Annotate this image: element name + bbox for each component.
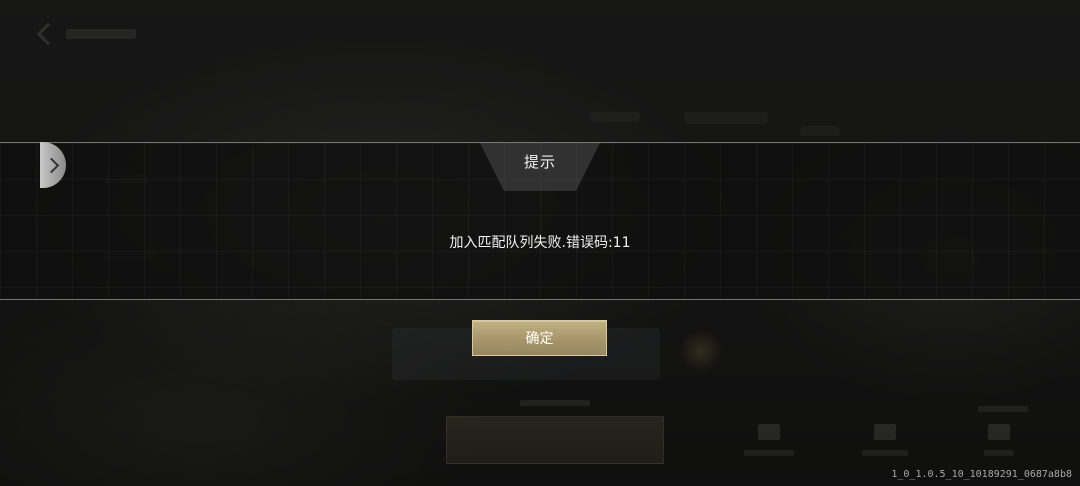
confirm-button[interactable]: 确定 [472, 320, 607, 356]
build-version-text: 1_0_1.0.5_10_10189291_0687a8b8 [891, 469, 1072, 480]
chevron-right-icon [43, 157, 59, 173]
dialog-message: 加入匹配队列失败.错误码:11 [449, 235, 631, 251]
dialog-title: 提示 [523, 153, 556, 171]
alert-dialog: 提示 加入匹配队列失败.错误码:11 [0, 142, 1080, 300]
